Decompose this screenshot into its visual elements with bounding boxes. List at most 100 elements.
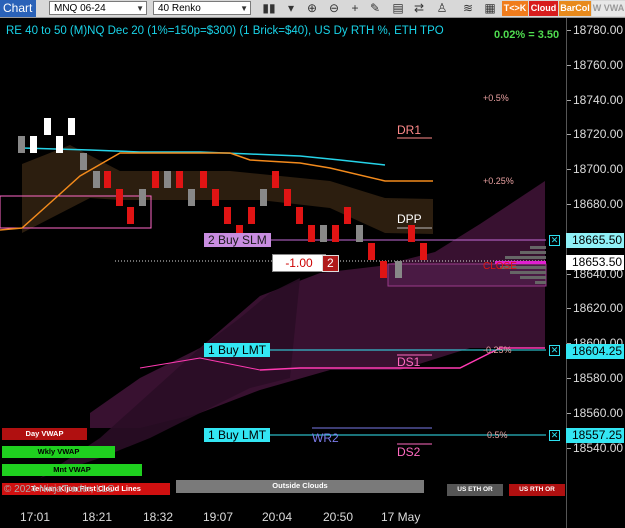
indicators-icon[interactable]: ≋ [460, 1, 476, 16]
wkly-vwap-button[interactable]: Wkly VWAP [2, 446, 115, 458]
buy-lmt-price-flag-1: 18604.25 [566, 344, 624, 359]
tk-toggle-button[interactable]: T<>K [502, 1, 528, 16]
price-tick-label: 18720.00 [573, 127, 624, 142]
renko-brick [93, 171, 100, 188]
renko-brick [420, 243, 427, 260]
position-pnl[interactable]: -1.00 [272, 254, 326, 272]
buy-lmt-order-2[interactable]: 1 Buy LMT [204, 428, 271, 442]
instrument-selector[interactable]: MNQ 06-24 ▼ [49, 1, 147, 15]
pct-minus-025-label: -0.25% [483, 345, 512, 355]
renko-brick [224, 207, 231, 224]
wr2-label: WR2 [312, 431, 339, 445]
strategy-icon[interactable]: ♙ [434, 1, 450, 16]
dpp-label: DPP [397, 212, 422, 226]
price-tick-label: 18780.00 [573, 23, 624, 37]
chart-trader-icon[interactable]: ⇄ [411, 1, 427, 16]
bar-type-selector[interactable]: 40 Renko ▼ [153, 1, 251, 15]
renko-brick [152, 171, 159, 188]
buy-lmt-price-flag-2: 18557.25 [566, 428, 624, 443]
buy-lmt-order-1[interactable]: 1 Buy LMT [204, 343, 271, 357]
cancel-order-icon[interactable]: ✕ [549, 430, 560, 441]
price-tick-label: 18680.00 [573, 197, 624, 211]
price-tick-label: 18740.00 [573, 92, 624, 107]
instrument-value: MNQ 06-24 [54, 3, 106, 14]
price-axis[interactable]: 18780.00 18760.00 18740.00 18720.00 18700.00… [566, 18, 625, 528]
time-tick-label: 17 May [381, 510, 421, 524]
renko-brick [44, 118, 51, 135]
price-tick-label: 18560.00 [573, 405, 624, 420]
renko-brick [248, 207, 255, 224]
chevron-down-icon[interactable]: ▾ [283, 1, 299, 16]
renko-brick [284, 189, 291, 206]
bar-type-value: 40 Renko [158, 3, 201, 14]
pct-plus-05-label: +0.5% [483, 93, 509, 103]
zoom-in-icon[interactable]: ⊕ [304, 1, 320, 16]
outside-clouds-button[interactable]: Outside Clouds [176, 480, 424, 493]
price-tick-mark [567, 308, 571, 310]
cloud-label: Cloud [530, 3, 557, 13]
us-eth-or-button[interactable]: US ETH OR [447, 484, 503, 496]
pnl-readout: 0.02% = 3.50 [494, 29, 560, 41]
renko-brick [408, 225, 415, 242]
dr1-label: DR1 [397, 123, 422, 137]
renko-brick [188, 189, 195, 206]
renko-brick [200, 171, 207, 188]
renko-brick [320, 225, 327, 242]
chart-tab[interactable]: Chart [0, 0, 36, 17]
day-vwap-button[interactable]: Day VWAP [2, 428, 87, 440]
drawing-tool-icon[interactable]: ✎ [367, 1, 383, 16]
data-box-icon[interactable]: ▦ [482, 1, 498, 16]
close-label: CLOSE [483, 261, 517, 272]
renko-brick [296, 207, 303, 224]
price-tick-mark [567, 134, 571, 136]
properties-icon[interactable]: ▤ [390, 1, 406, 16]
barcol-label: BarCol [560, 3, 590, 13]
price-tick-label: 18760.00 [573, 57, 624, 72]
renko-brick [308, 225, 315, 242]
time-tick-label: 20:50 [323, 510, 354, 524]
renko-brick [139, 189, 146, 206]
price-tick-label: 18700.00 [573, 162, 624, 177]
price-tick-mark [567, 204, 571, 205]
price-tick-mark [567, 169, 571, 171]
chart-toolbar: Chart MNQ 06-24 ▼ 40 Renko ▼ ▮▮ ▾ ⊕ ⊖ + … [0, 0, 625, 18]
chevron-down-icon: ▼ [240, 4, 248, 13]
renko-brick [272, 171, 279, 188]
last-price-flag: 18653.50 [566, 255, 624, 270]
renko-brick [80, 153, 87, 170]
w-vwap-toggle-button[interactable]: W VWA [592, 1, 625, 16]
price-chart[interactable]: RE 40 to 50 (M)NQ Dec 20 (1%=150p=$300) … [0, 18, 566, 498]
renko-brick [104, 171, 111, 188]
barcol-toggle-button[interactable]: BarCol [559, 1, 591, 16]
renko-brick [212, 189, 219, 206]
renko-brick [30, 136, 37, 153]
cloud-toggle-button[interactable]: Cloud [529, 1, 558, 16]
price-tick-mark [567, 30, 571, 31]
zoom-out-icon[interactable]: ⊖ [326, 1, 342, 16]
cancel-order-icon[interactable]: ✕ [549, 235, 560, 246]
price-tick-mark [567, 273, 571, 275]
renko-brick [332, 225, 339, 242]
ds2-label: DS2 [397, 445, 421, 459]
chevron-down-icon: ▼ [136, 4, 144, 13]
bars-icon[interactable]: ▮▮ [261, 1, 277, 16]
cancel-order-icon[interactable]: ✕ [549, 345, 560, 356]
price-tick-mark [567, 447, 571, 449]
pct-plus-025-label: +0.25% [483, 176, 514, 186]
renko-brick [18, 136, 25, 153]
us-rth-or-button[interactable]: US RTH OR [509, 484, 565, 496]
renko-brick [116, 189, 123, 206]
crosshair-icon[interactable]: + [347, 1, 363, 16]
tk-label: T<>K [503, 3, 527, 13]
position-quantity[interactable]: 2 [322, 255, 339, 272]
buy-slm-order[interactable]: 2 Buy SLM [204, 233, 271, 247]
renko-brick [356, 225, 363, 242]
time-tick-label: 18:21 [82, 510, 113, 524]
renko-brick [68, 118, 75, 135]
renko-brick [176, 171, 183, 188]
price-tick-mark [567, 378, 571, 379]
price-tick-label: 18580.00 [573, 371, 624, 385]
copyright-text: © 2024 NinjaTrader, LLC [4, 484, 115, 495]
price-tick-mark [567, 99, 571, 101]
mnt-vwap-button[interactable]: Mnt VWAP [2, 464, 142, 476]
